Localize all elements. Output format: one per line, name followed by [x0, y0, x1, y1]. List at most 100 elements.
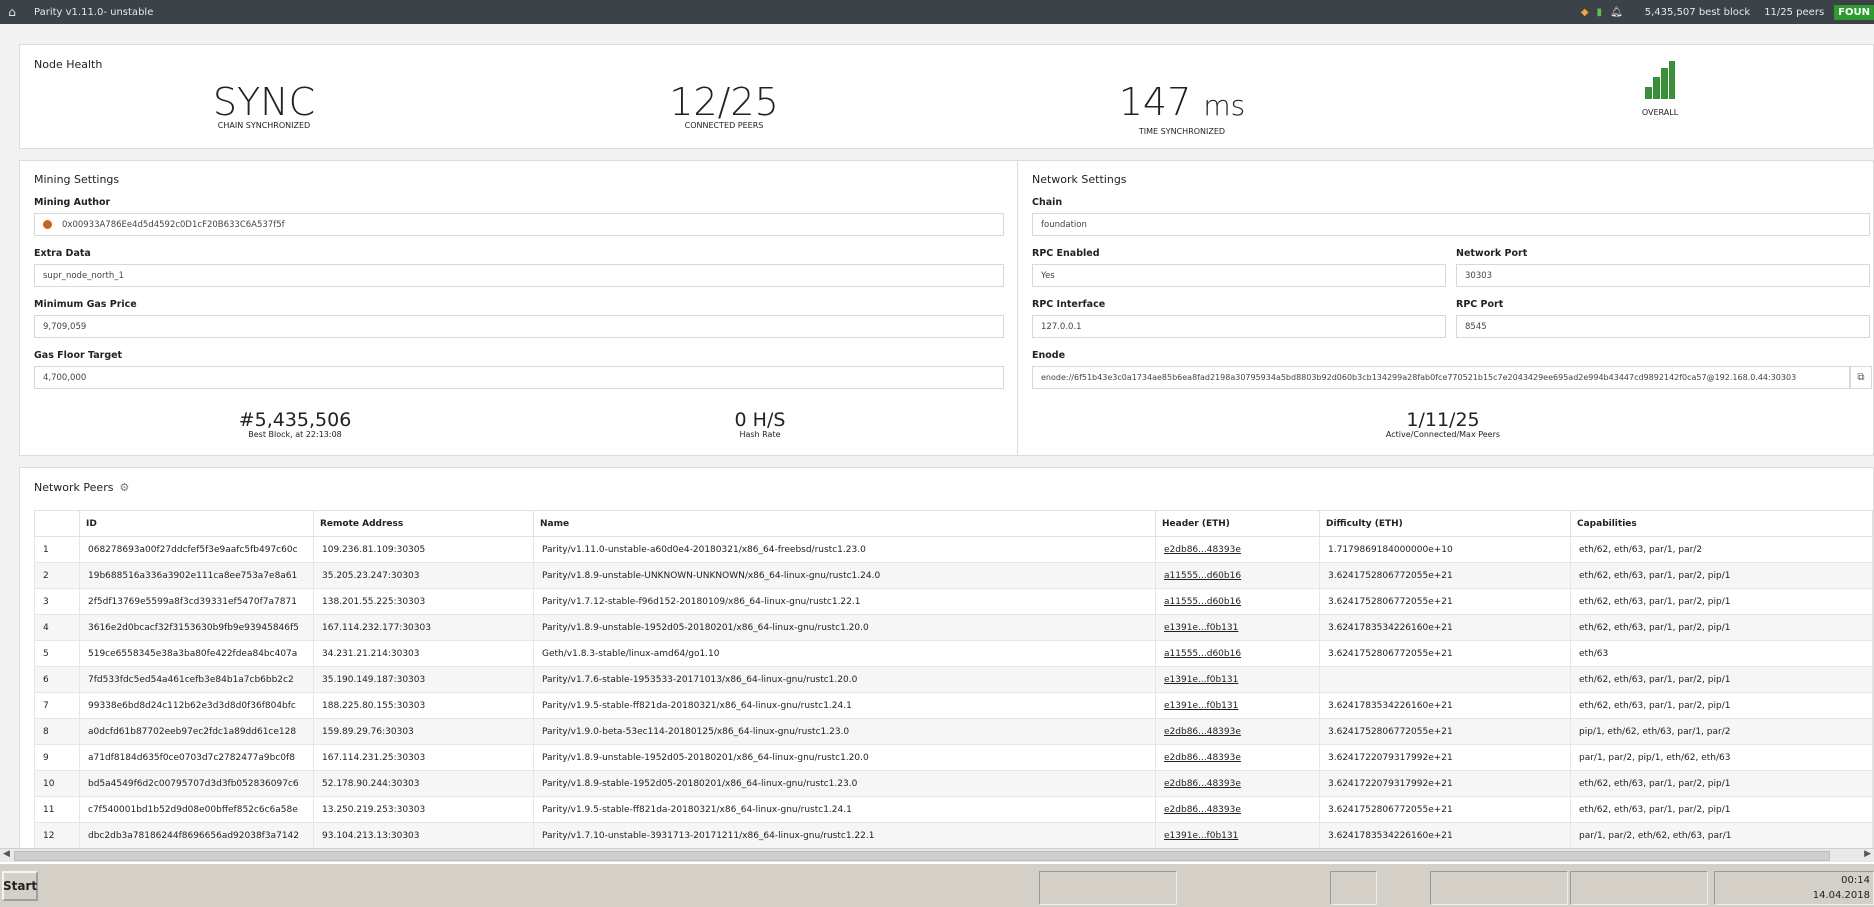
peer-index: 7	[34, 692, 80, 719]
peer-header[interactable]: e1391e...f0b131	[1155, 822, 1320, 848]
parity-icon[interactable]: ◆	[1581, 7, 1589, 18]
peer-difficulty: 3.6241752806772055e+21	[1319, 796, 1571, 823]
table-row[interactable]: 11 c7f540001bd1b52d9d08e00bffef852c6c6a58…	[34, 796, 1873, 823]
header-link[interactable]: e1391e...f0b131	[1164, 701, 1238, 711]
peer-id: 99338e6bd8d24c112b62e3d3d8d0f36f804bfc	[79, 692, 314, 719]
gas-floor-field[interactable]: 4,700,000	[34, 366, 1004, 389]
horizontal-scrollbar[interactable]: ◀ ▶	[0, 848, 1874, 862]
table-row[interactable]: 5 519ce6558345e38a3ba80fe422fdea84bc407a 3…	[34, 640, 1873, 667]
mining-author-label: Mining Author	[34, 197, 111, 208]
peer-difficulty: 3.6241752806772055e+21	[1319, 562, 1571, 589]
table-row[interactable]: 4 3616e2d0bcacf32f3153630b9fb9e93945846f5…	[34, 614, 1873, 641]
overall-health: OVERALL	[1610, 61, 1710, 117]
peer-index: 8	[34, 718, 80, 745]
header-link[interactable]: a11555...d60b16	[1164, 597, 1241, 607]
column-header-capabilities[interactable]: Capabilities	[1570, 510, 1873, 537]
peer-capabilities: eth/62, eth/63, par/1, par/2, pip/1	[1570, 666, 1873, 693]
enode-field[interactable]: enode://6f51b43e3c0a1734ae85b6ea8fad2198…	[1032, 366, 1850, 389]
peer-header[interactable]: a11555...d60b16	[1155, 588, 1320, 615]
taskbar-slot[interactable]	[1570, 871, 1708, 905]
header-link[interactable]: e2db86...48393e	[1164, 805, 1241, 815]
rpc-enabled-label: RPC Enabled	[1032, 248, 1100, 259]
taskbar-slot[interactable]	[1330, 871, 1377, 905]
peer-name: Geth/v1.8.3-stable/linux-amd64/go1.10	[533, 640, 1156, 667]
table-row[interactable]: 12 dbc2db3a78186244f8696656ad92038f3a7142…	[34, 822, 1873, 848]
table-row[interactable]: 3 2f5df13769e5599a8f3cd39331ef5470f7a7871…	[34, 588, 1873, 615]
table-row[interactable]: 7 99338e6bd8d24c112b62e3d3d8d0f36f804bfc 1…	[34, 692, 1873, 719]
rpc-enabled-field[interactable]: Yes	[1032, 264, 1446, 287]
taskbar-clock[interactable]: 00:14 14.04.2018	[1714, 873, 1874, 903]
rpc-port-field[interactable]: 8545	[1456, 315, 1870, 338]
column-header-remote-address[interactable]: Remote Address	[313, 510, 534, 537]
peer-name: Parity/v1.8.9-stable-1952d05-20180201/x8…	[533, 770, 1156, 797]
column-header-name[interactable]: Name	[533, 510, 1156, 537]
peer-header[interactable]: e2db86...48393e	[1155, 536, 1320, 563]
hash-rate-value: 0 H/S	[734, 409, 786, 431]
network-port-field[interactable]: 30303	[1456, 264, 1870, 287]
header-link[interactable]: e1391e...f0b131	[1164, 675, 1238, 685]
column-header-difficulty[interactable]: Difficulty (ETH)	[1319, 510, 1571, 537]
scroll-left-icon[interactable]: ◀	[3, 849, 10, 859]
header-link[interactable]: e1391e...f0b131	[1164, 623, 1238, 633]
peer-name: Parity/v1.9.5-stable-ff821da-20180321/x8…	[533, 796, 1156, 823]
header-link[interactable]: a11555...d60b16	[1164, 649, 1241, 659]
table-row[interactable]: 6 7fd533fdc5ed54a461cefb3e84b1a7cb6bb2c2 3…	[34, 666, 1873, 693]
peer-header[interactable]: e2db86...48393e	[1155, 744, 1320, 771]
mining-author-field[interactable]: 0x00933A786Ee4d5d4592c0D1cF20B633C6A537f…	[34, 213, 1004, 236]
peer-header[interactable]: e2db86...48393e	[1155, 796, 1320, 823]
table-row[interactable]: 2 19b688516a336a3902e111ca8ee753a7e8a61 35…	[34, 562, 1873, 589]
taskbar-slot[interactable]	[1039, 871, 1177, 905]
table-row[interactable]: 1 068278693a00f27ddcfef5f3e9aafc5fb497c60…	[34, 536, 1873, 563]
peer-id: c7f540001bd1b52d9d08e00bffef852c6c6a58e	[79, 796, 314, 823]
peer-header[interactable]: e2db86...48393e	[1155, 770, 1320, 797]
peer-header[interactable]: e1391e...f0b131	[1155, 692, 1320, 719]
home-icon[interactable]: ⌂	[0, 5, 24, 19]
table-row[interactable]: 9 a71df8184d635f0ce0703d7c2782477a9bc0f8 1…	[34, 744, 1873, 771]
peer-id: 19b688516a336a3902e111ca8ee753a7e8a61	[79, 562, 314, 589]
header-link[interactable]: a11555...d60b16	[1164, 571, 1241, 581]
peer-header[interactable]: e1391e...f0b131	[1155, 614, 1320, 641]
taskbar-slot[interactable]	[1430, 871, 1568, 905]
table-row[interactable]: 8 a0dcfd61b87702eeb97ec2fdc1a89dd61ce128 1…	[34, 718, 1873, 745]
peer-header[interactable]: e1391e...f0b131	[1155, 666, 1320, 693]
scroll-right-icon[interactable]: ▶	[1864, 849, 1871, 859]
header-link[interactable]: e2db86...48393e	[1164, 545, 1241, 555]
min-gas-price-field[interactable]: 9,709,059	[34, 315, 1004, 338]
copy-enode-button[interactable]: ⧉	[1850, 366, 1872, 389]
scrollbar-thumb[interactable]	[14, 851, 1830, 861]
extra-data-label: Extra Data	[34, 248, 91, 259]
peer-id: 519ce6558345e38a3ba80fe422fdea84bc407a	[79, 640, 314, 667]
header-link[interactable]: e2db86...48393e	[1164, 753, 1241, 763]
peer-index: 12	[34, 822, 80, 848]
network-port-label: Network Port	[1456, 248, 1528, 259]
signal-icon[interactable]: ▮	[1597, 7, 1603, 18]
mining-author-value: 0x00933A786Ee4d5d4592c0D1cF20B633C6A537f…	[62, 219, 285, 230]
peer-id: dbc2db3a78186244f8696656ad92038f3a7142	[79, 822, 314, 848]
rpc-interface-field[interactable]: 127.0.0.1	[1032, 315, 1446, 338]
peer-header[interactable]: a11555...d60b16	[1155, 640, 1320, 667]
bell-icon[interactable]: 🔔︎	[1610, 7, 1623, 18]
peer-address: 35.190.149.187:30303	[313, 666, 534, 693]
chain-field[interactable]: foundation	[1032, 213, 1870, 236]
os-taskbar: Start 00:14 14.04.2018	[0, 862, 1874, 907]
table-row[interactable]: 10 bd5a4549f6d2c00795707d3d3fb052836097c6…	[34, 770, 1873, 797]
peer-difficulty: 3.6241752806772055e+21	[1319, 640, 1571, 667]
header-link[interactable]: e2db86...48393e	[1164, 779, 1241, 789]
peer-capabilities: eth/62, eth/63, par/1, par/2	[1570, 536, 1873, 563]
identicon-icon	[43, 220, 52, 229]
peer-header[interactable]: a11555...d60b16	[1155, 562, 1320, 589]
header-link[interactable]: e2db86...48393e	[1164, 727, 1241, 737]
gear-icon[interactable]: ⚙	[119, 481, 129, 494]
peer-id: 068278693a00f27ddcfef5f3e9aafc5fb497c60c	[79, 536, 314, 563]
peer-id: bd5a4549f6d2c00795707d3d3fb052836097c6	[79, 770, 314, 797]
header-link[interactable]: e1391e...f0b131	[1164, 831, 1238, 841]
start-button[interactable]: Start	[2, 871, 38, 901]
extra-data-field[interactable]: supr_node_north_1	[34, 264, 1004, 287]
column-header-header[interactable]: Header (ETH)	[1155, 510, 1320, 537]
peer-capabilities: eth/62, eth/63, par/1, par/2, pip/1	[1570, 588, 1873, 615]
column-header-index[interactable]	[34, 510, 80, 537]
peer-address: 109.236.81.109:30305	[313, 536, 534, 563]
column-header-id[interactable]: ID	[79, 510, 314, 537]
peer-name: Parity/v1.9.5-stable-ff821da-20180321/x8…	[533, 692, 1156, 719]
peer-header[interactable]: e2db86...48393e	[1155, 718, 1320, 745]
